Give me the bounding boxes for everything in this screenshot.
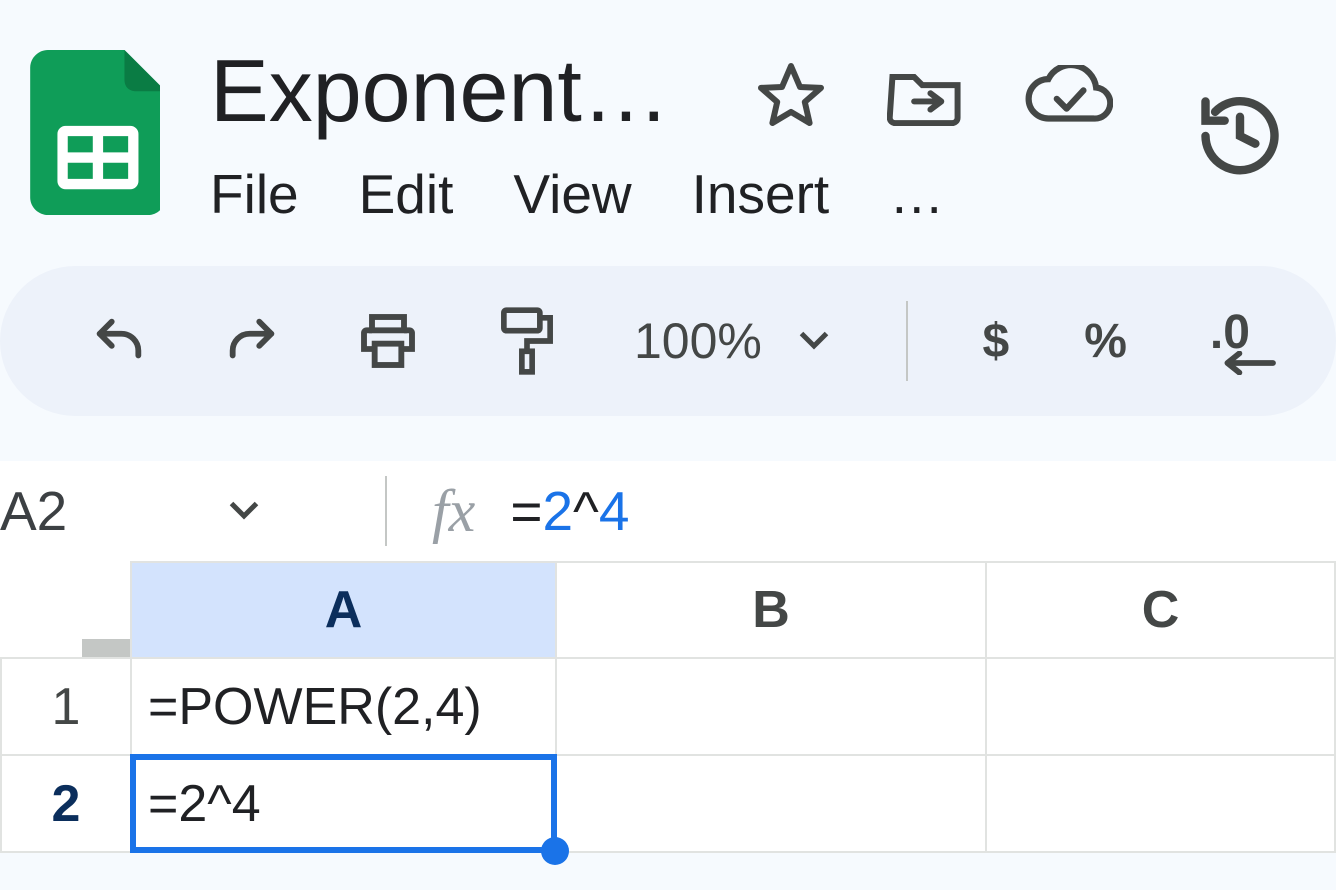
row-2: 2 =2^4 [1, 755, 1335, 852]
cell-A2[interactable]: =2^4 [131, 755, 556, 852]
menu-more[interactable]: … [889, 162, 950, 226]
title-icons [755, 60, 1113, 132]
column-header-C[interactable]: C [986, 562, 1335, 658]
cloud-saved-icon[interactable] [1023, 65, 1113, 127]
name-box-value: A2 [0, 479, 67, 543]
format-percent[interactable]: % [1084, 314, 1127, 369]
name-box[interactable]: A2 [0, 479, 340, 543]
decrease-decimal-icon[interactable]: .0 [1202, 311, 1266, 371]
cell-B2[interactable] [556, 755, 986, 852]
menu-view[interactable]: View [513, 162, 631, 226]
chevron-down-icon [797, 331, 831, 351]
document-title[interactable]: Exponent… [210, 40, 670, 142]
row-header-2[interactable]: 2 [1, 755, 131, 852]
fill-handle[interactable] [541, 837, 569, 865]
cell-A2-value: =2^4 [148, 775, 261, 833]
formula-bar-divider [385, 476, 387, 546]
star-icon[interactable] [755, 60, 827, 132]
cell-B1[interactable] [556, 658, 986, 755]
menu-insert[interactable]: Insert [692, 162, 830, 226]
zoom-value: 100% [634, 312, 762, 370]
row-header-1[interactable]: 1 [1, 658, 131, 755]
cell-A1[interactable]: =POWER(2,4) [131, 658, 556, 755]
redo-icon[interactable] [223, 312, 281, 370]
paint-format-icon[interactable] [495, 305, 559, 377]
fx-icon[interactable]: fx [432, 477, 475, 546]
toolbar: 100% $ % .0 [0, 266, 1336, 416]
column-header-B[interactable]: B [556, 562, 986, 658]
cell-C2[interactable] [986, 755, 1335, 852]
formula-area: A2 fx =2^4 A B C [0, 461, 1336, 853]
format-currency[interactable]: $ [983, 314, 1010, 369]
column-header-row: A B C [1, 562, 1335, 658]
select-all-corner[interactable] [1, 562, 131, 658]
row-1: 1 =POWER(2,4) [1, 658, 1335, 755]
menu-bar: File Edit View Insert … [210, 162, 1113, 226]
spreadsheet-grid: A B C 1 =POWER(2,4) 2 =2^4 [0, 561, 1336, 853]
chevron-down-icon [227, 501, 261, 521]
formula-equals: = [510, 480, 542, 542]
undo-icon[interactable] [90, 312, 148, 370]
menu-file[interactable]: File [210, 162, 299, 226]
formula-num2: 4 [599, 480, 630, 542]
move-icon[interactable] [887, 66, 963, 126]
title-block: Exponent… [210, 40, 1113, 226]
formula-num1: 2 [542, 480, 573, 542]
column-header-A[interactable]: A [131, 562, 556, 658]
print-icon[interactable] [356, 309, 420, 373]
toolbar-divider [906, 301, 908, 381]
cell-C1[interactable] [986, 658, 1335, 755]
menu-edit[interactable]: Edit [359, 162, 454, 226]
formula-input[interactable]: =2^4 [510, 479, 629, 543]
formula-bar: A2 fx =2^4 [0, 461, 1336, 561]
history-icon[interactable] [1194, 90, 1286, 187]
formula-caret: ^ [573, 480, 599, 542]
title-row: Exponent… [210, 40, 1113, 142]
sheets-logo-icon[interactable] [30, 50, 160, 215]
header: Exponent… [0, 0, 1336, 226]
zoom-dropdown[interactable]: 100% [634, 312, 831, 370]
